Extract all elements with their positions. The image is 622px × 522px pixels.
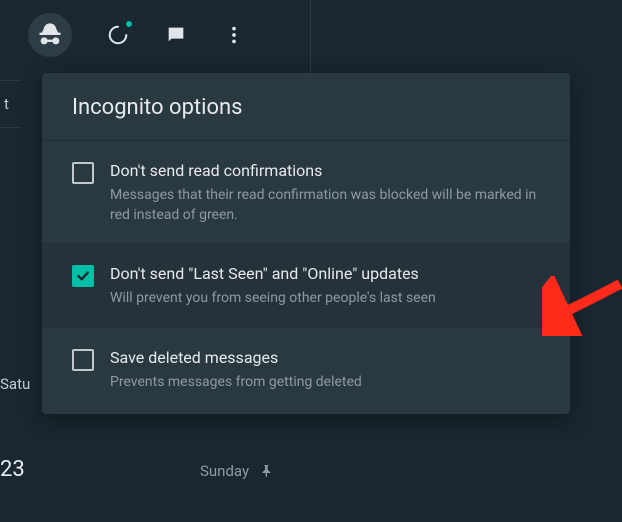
day-text: Sunday xyxy=(200,462,249,480)
chat-day-label: Sunday xyxy=(200,462,275,480)
top-toolbar xyxy=(0,0,622,70)
menu-button[interactable] xyxy=(222,23,246,47)
option-description: Will prevent you from seeing other peopl… xyxy=(110,289,548,309)
incognito-avatar[interactable] xyxy=(28,13,72,57)
sidebar-item-partial[interactable]: t xyxy=(0,80,22,128)
option-text: Save deleted messages Prevents messages … xyxy=(110,348,548,393)
panel-header: Incognito options xyxy=(42,73,570,141)
checkbox-save-deleted[interactable] xyxy=(72,349,94,371)
option-description: Prevents messages from getting deleted xyxy=(110,373,548,393)
option-description: Messages that their read confirmation wa… xyxy=(110,186,548,225)
incognito-options-panel: Incognito options Don't send read confir… xyxy=(42,73,570,414)
pin-icon xyxy=(259,463,275,479)
check-icon xyxy=(75,268,91,284)
sidebar-partial: t xyxy=(0,80,22,128)
option-save-deleted[interactable]: Save deleted messages Prevents messages … xyxy=(42,328,570,415)
chat-icon xyxy=(165,24,187,46)
vertical-divider xyxy=(310,0,311,75)
option-last-seen[interactable]: Don't send "Last Seen" and "Online" upda… xyxy=(42,244,570,328)
option-label: Save deleted messages xyxy=(110,348,548,367)
new-chat-button[interactable] xyxy=(164,23,188,47)
option-label: Don't send read confirmations xyxy=(110,161,548,180)
option-text: Don't send read confirmations Messages t… xyxy=(110,161,548,225)
sidebar-day-label: Satu xyxy=(0,375,30,393)
option-read-confirmations[interactable]: Don't send read confirmations Messages t… xyxy=(42,141,570,244)
status-button[interactable] xyxy=(106,23,130,47)
incognito-icon xyxy=(36,21,64,49)
panel-title: Incognito options xyxy=(72,95,540,120)
sidebar-date-label: 23 xyxy=(0,457,25,482)
checkbox-last-seen[interactable] xyxy=(72,265,94,287)
menu-icon xyxy=(223,24,245,46)
status-dot xyxy=(126,21,132,27)
option-label: Don't send "Last Seen" and "Online" upda… xyxy=(110,264,548,283)
status-icon xyxy=(107,24,129,46)
checkbox-read-confirmations[interactable] xyxy=(72,162,94,184)
option-text: Don't send "Last Seen" and "Online" upda… xyxy=(110,264,548,309)
